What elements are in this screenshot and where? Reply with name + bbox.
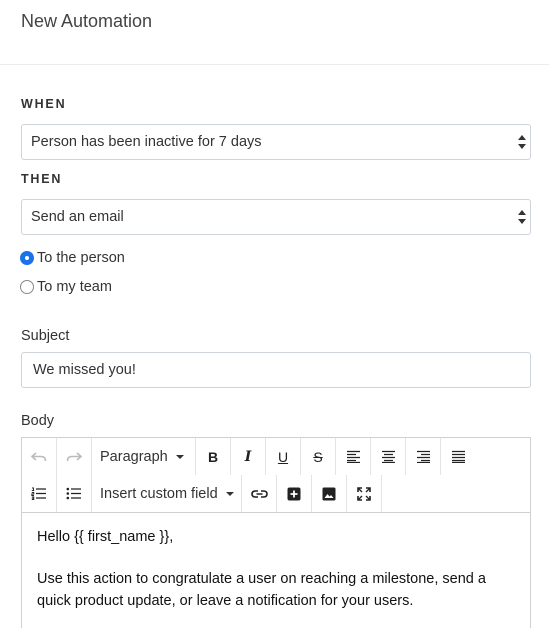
align-justify-button[interactable] bbox=[441, 438, 476, 475]
editor-toolbar: Paragraph B I U S Insert custom field bbox=[22, 438, 530, 513]
insert-custom-field-dropdown[interactable]: Insert custom field bbox=[92, 475, 242, 512]
editor-paragraph: Use this action to congratulate a user o… bbox=[37, 571, 486, 609]
italic-button[interactable]: I bbox=[231, 438, 266, 475]
subject-input[interactable] bbox=[21, 352, 531, 388]
radio-label: To my team bbox=[37, 279, 112, 295]
bullet-list-button[interactable] bbox=[57, 475, 92, 512]
undo-icon bbox=[31, 451, 47, 461]
select-arrows-icon bbox=[518, 210, 526, 224]
editor-paragraph: Hello {{ first_name }}, bbox=[37, 529, 174, 545]
numbered-list-icon bbox=[31, 487, 46, 500]
rich-text-editor[interactable]: Paragraph B I U S Insert custom field He… bbox=[21, 437, 531, 628]
link-icon bbox=[250, 489, 268, 498]
radio-unchecked-icon[interactable] bbox=[20, 280, 34, 294]
underline-button[interactable]: U bbox=[266, 438, 301, 475]
align-center-icon bbox=[381, 450, 395, 463]
numbered-list-button[interactable] bbox=[22, 475, 57, 512]
align-center-button[interactable] bbox=[371, 438, 406, 475]
block-format-dropdown[interactable]: Paragraph bbox=[92, 438, 196, 475]
fullscreen-button[interactable] bbox=[347, 475, 382, 512]
underline-icon: U bbox=[277, 448, 289, 465]
align-right-button[interactable] bbox=[406, 438, 441, 475]
editor-content[interactable]: Hello {{ first_name }}, Use this action … bbox=[22, 513, 530, 628]
bold-button[interactable]: B bbox=[196, 438, 231, 475]
radio-to-the-person[interactable]: To the person bbox=[20, 249, 125, 267]
when-select-value: Person has been inactive for 7 days bbox=[31, 134, 262, 150]
align-left-button[interactable] bbox=[336, 438, 371, 475]
align-right-icon bbox=[416, 450, 430, 463]
toolbar-row: Insert custom field bbox=[22, 475, 382, 512]
insert-image-button[interactable] bbox=[312, 475, 347, 512]
radio-checked-icon[interactable] bbox=[20, 251, 34, 265]
subject-label: Subject bbox=[21, 328, 70, 344]
radio-to-my-team[interactable]: To my team bbox=[20, 278, 112, 296]
page-title: New Automation bbox=[21, 11, 153, 31]
link-button[interactable] bbox=[242, 475, 277, 512]
bullet-list-icon bbox=[66, 487, 81, 500]
undo-button[interactable] bbox=[22, 438, 57, 475]
bold-icon: B bbox=[207, 448, 219, 465]
select-arrows-icon bbox=[518, 135, 526, 149]
chevron-down-icon bbox=[175, 454, 184, 459]
italic-icon: I bbox=[244, 448, 252, 465]
chevron-down-icon bbox=[225, 491, 234, 496]
image-icon bbox=[322, 487, 336, 500]
body-label: Body bbox=[21, 413, 55, 429]
when-select[interactable]: Person has been inactive for 7 days bbox=[21, 124, 531, 160]
then-select-value: Send an email bbox=[31, 209, 124, 225]
page-header: New Automation bbox=[0, 0, 549, 65]
fullscreen-icon bbox=[357, 486, 371, 501]
when-label: WHEN bbox=[21, 97, 67, 111]
block-format-value: Paragraph bbox=[100, 448, 168, 465]
redo-button[interactable] bbox=[57, 438, 92, 475]
strikethrough-button[interactable]: S bbox=[301, 438, 336, 475]
align-justify-icon bbox=[452, 450, 465, 463]
radio-label: To the person bbox=[37, 250, 125, 266]
redo-icon bbox=[66, 451, 82, 461]
align-left-icon bbox=[346, 450, 360, 463]
strikethrough-icon: S bbox=[313, 448, 323, 465]
plus-square-icon bbox=[287, 487, 301, 500]
then-select[interactable]: Send an email bbox=[21, 199, 531, 235]
toolbar-row: Paragraph B I U S bbox=[22, 438, 476, 475]
insert-custom-field-label: Insert custom field bbox=[100, 485, 218, 502]
insert-block-button[interactable] bbox=[277, 475, 312, 512]
then-label: THEN bbox=[21, 172, 63, 186]
